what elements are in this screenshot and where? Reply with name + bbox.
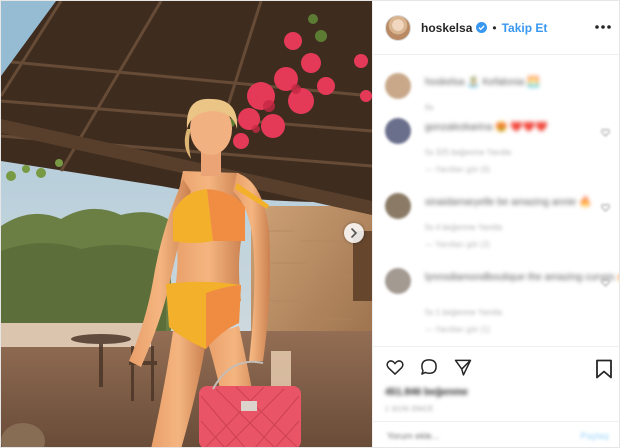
comment-meta: 6s — [425, 103, 434, 112]
comment-meta: 5s 4 beğenme Yanıtla — [425, 223, 503, 232]
carousel-next-button[interactable] — [344, 223, 364, 243]
verified-badge-icon — [476, 22, 488, 33]
header-separator: • — [492, 20, 497, 35]
heart-icon[interactable] — [601, 278, 610, 287]
comment-text: sinaidamaryelle be amazing annie 🔥 — [425, 197, 592, 208]
share-icon[interactable] — [453, 357, 473, 377]
post-date: 1 GÜN ÖNCE — [385, 406, 434, 413]
comment-meta: 5s 325 beğenme Yanıtla — [425, 148, 511, 157]
comments-list: hoskelsa 🏝️ Kefalonia 🌅 6s gonzalezkarin… — [373, 56, 620, 346]
comment-text: gonzalezkarina 😍 ❤️❤️❤️ — [425, 122, 548, 133]
post-comment-button[interactable]: Paylaş — [580, 431, 609, 441]
instagram-post: hoskelsa • Takip Et hoskelsa 🏝️ Kefaloni… — [0, 0, 620, 448]
more-horizontal-icon[interactable] — [591, 15, 615, 39]
photo-scene — [1, 1, 372, 447]
add-comment-bar: Paylaş — [373, 421, 619, 447]
heart-icon[interactable] — [601, 203, 610, 212]
view-replies-link[interactable]: — Yanıtları gör (6) — [425, 165, 490, 174]
comment-avatar[interactable] — [385, 268, 411, 294]
chevron-right-icon — [351, 228, 358, 238]
view-replies-link[interactable]: — Yanıtları gör (2) — [425, 240, 490, 249]
heart-icon[interactable] — [385, 357, 405, 377]
follow-button[interactable]: Takip Et — [502, 21, 548, 35]
comment-input[interactable] — [385, 429, 581, 442]
post-header: hoskelsa • Takip Et — [373, 1, 619, 55]
post-side-panel: hoskelsa • Takip Et hoskelsa 🏝️ Kefaloni… — [372, 1, 620, 447]
comment-text: lynnsdiamondboutique the amazing curves … — [425, 272, 620, 283]
comment-avatar[interactable] — [385, 118, 411, 144]
comment-avatar[interactable] — [385, 193, 411, 219]
avatar[interactable] — [385, 14, 411, 41]
likes-count[interactable]: 451.846 beğenme — [385, 387, 468, 398]
comment-icon[interactable] — [419, 357, 439, 377]
comment-meta: 5s 1 beğenme Yanıtla — [425, 308, 503, 317]
heart-icon[interactable] — [601, 128, 610, 137]
action-icons — [385, 357, 473, 381]
comment-avatar[interactable] — [385, 73, 411, 99]
post-actions: 451.846 beğenme 1 GÜN ÖNCE Paylaş — [373, 346, 619, 447]
bookmark-icon[interactable] — [595, 359, 613, 379]
post-photo[interactable] — [1, 1, 372, 447]
username-link[interactable]: hoskelsa — [421, 21, 472, 35]
comment-text: hoskelsa 🏝️ Kefalonia 🌅 — [425, 77, 540, 88]
view-replies-link[interactable]: — Yanıtları gör (1) — [425, 325, 490, 334]
